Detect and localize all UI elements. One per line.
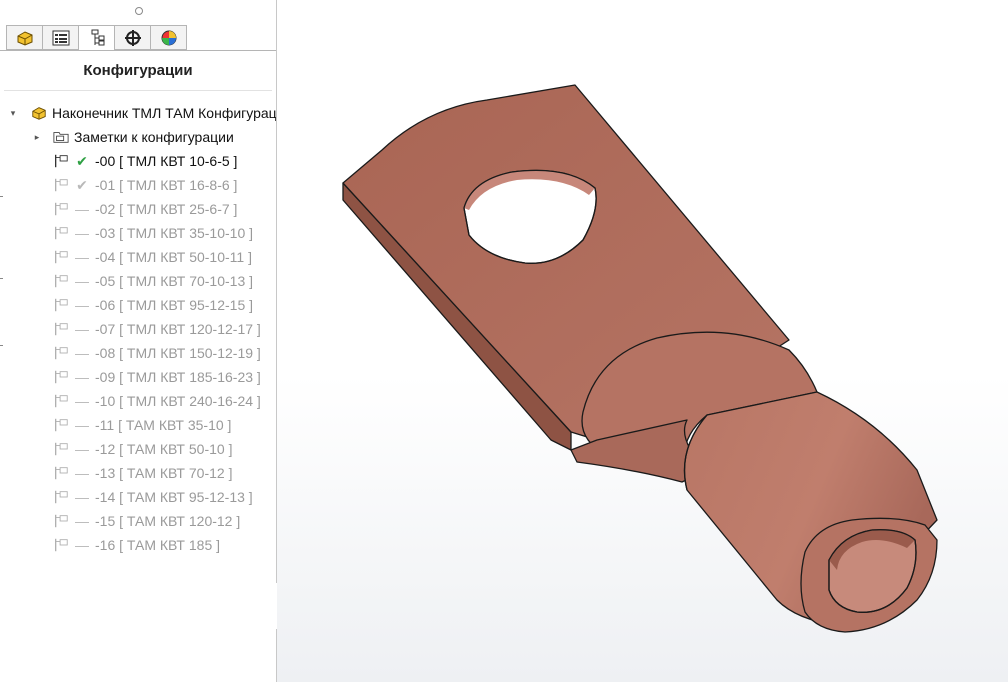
configuration-label: -13 [ ТАМ КВТ 70-12 ] xyxy=(95,465,233,481)
inactive-dash-icon: — xyxy=(75,225,89,241)
configuration-label: -06 [ ТМЛ КВТ 95-12-15 ] xyxy=(95,297,254,313)
configuration-item[interactable]: ✔ -00 [ ТМЛ КВТ 10-6-5 ] xyxy=(52,150,237,172)
cable-lug-model xyxy=(342,84,938,633)
graphics-area[interactable] xyxy=(277,0,1008,682)
configuration-icon xyxy=(55,346,68,360)
inactive-dash-icon: — xyxy=(75,321,89,337)
manager-tabs xyxy=(6,25,187,51)
inactive-dash-icon: — xyxy=(75,513,89,529)
configuration-manager-icon xyxy=(91,29,104,46)
configuration-item[interactable]: — -03 [ ТМЛ КВТ 35-10-10 ] xyxy=(52,222,253,244)
configuration-icon xyxy=(55,298,68,312)
configuration-item[interactable]: — -09 [ ТМЛ КВТ 185-16-23 ] xyxy=(52,366,261,388)
property-manager-icon xyxy=(52,30,69,45)
tab-feature-manager[interactable] xyxy=(6,25,43,50)
inactive-dash-icon: — xyxy=(75,201,89,217)
configuration-item[interactable]: — -10 [ ТМЛ КВТ 240-16-24 ] xyxy=(52,390,261,412)
inactive-dash-icon: — xyxy=(75,297,89,313)
configuration-icon xyxy=(55,538,68,552)
configuration-item[interactable]: — -05 [ ТМЛ КВТ 70-10-13 ] xyxy=(52,270,253,292)
configuration-label: -04 [ ТМЛ КВТ 50-10-11 ] xyxy=(95,249,252,265)
tab-property-manager[interactable] xyxy=(42,25,79,50)
configuration-label: -01 [ ТМЛ КВТ 16-8-6 ] xyxy=(95,177,238,193)
tree-root-item[interactable]: ▾ Наконечник ТМЛ ТАМ Конфигурации xyxy=(8,102,277,124)
configuration-icon xyxy=(55,178,68,192)
configuration-icon xyxy=(55,466,68,480)
configuration-item[interactable]: — -08 [ ТМЛ КВТ 150-12-19 ] xyxy=(52,342,261,364)
inactive-dash-icon: — xyxy=(75,465,89,481)
configuration-item[interactable]: — -04 [ ТМЛ КВТ 50-10-11 ] xyxy=(52,246,252,268)
configuration-label: -15 [ ТАМ КВТ 120-12 ] xyxy=(95,513,241,529)
configuration-item[interactable]: — -16 [ ТАМ КВТ 185 ] xyxy=(52,534,220,556)
configuration-icon xyxy=(55,250,68,264)
active-check-icon: ✔ xyxy=(76,152,88,169)
tree-notes-label: Заметки к конфигурации xyxy=(74,129,234,145)
tab-dimxpert-manager[interactable] xyxy=(114,25,151,50)
configuration-label: -05 [ ТМЛ КВТ 70-10-13 ] xyxy=(95,273,254,289)
configuration-icon xyxy=(55,154,68,168)
panel-grip-icon[interactable] xyxy=(135,7,143,15)
configuration-item[interactable]: — -11 [ ТАМ КВТ 35-10 ] xyxy=(52,414,231,436)
configuration-icon xyxy=(55,514,68,528)
configuration-icon xyxy=(55,226,68,240)
configuration-item[interactable]: — -15 [ ТАМ КВТ 120-12 ] xyxy=(52,510,240,532)
configuration-label: -10 [ ТМЛ КВТ 240-16-24 ] xyxy=(95,393,261,409)
inactive-dash-icon: — xyxy=(75,489,89,505)
dimxpert-icon xyxy=(124,29,141,46)
configuration-label: -08 [ ТМЛ КВТ 150-12-19 ] xyxy=(95,345,261,361)
collapse-arrow-icon[interactable]: ▾ xyxy=(8,108,18,119)
configuration-item[interactable]: — -07 [ ТМЛ КВТ 120-12-17 ] xyxy=(52,318,261,340)
configuration-icon xyxy=(55,418,68,432)
panel-title: Конфигурации xyxy=(83,62,193,79)
configuration-item[interactable]: — -06 [ ТМЛ КВТ 95-12-15 ] xyxy=(52,294,253,316)
expand-arrow-icon[interactable]: ▸ xyxy=(32,132,42,143)
configuration-icon xyxy=(55,370,68,384)
configuration-label: -11 [ ТАМ КВТ 35-10 ] xyxy=(95,417,232,433)
configuration-item[interactable]: — -13 [ ТАМ КВТ 70-12 ] xyxy=(52,462,232,484)
configuration-item[interactable]: — -02 [ ТМЛ КВТ 25-6-7 ] xyxy=(52,198,237,220)
configuration-icon xyxy=(55,394,68,408)
configuration-item[interactable]: ✔ -01 [ ТМЛ КВТ 16-8-6 ] xyxy=(52,174,237,196)
configuration-icon xyxy=(55,442,68,456)
configuration-label: -09 [ ТМЛ КВТ 185-16-23 ] xyxy=(95,369,261,385)
configuration-label: -00 [ ТМЛ КВТ 10-6-5 ] xyxy=(95,153,238,169)
inactive-dash-icon: — xyxy=(75,441,89,457)
configuration-item[interactable]: — -12 [ ТАМ КВТ 50-10 ] xyxy=(52,438,232,460)
inactive-dash-icon: — xyxy=(75,393,89,409)
folder-icon xyxy=(53,132,69,143)
part-icon xyxy=(32,107,46,120)
configuration-label: -03 [ ТМЛ КВТ 35-10-10 ] xyxy=(95,225,254,241)
inactive-dash-icon: — xyxy=(75,537,89,553)
inactive-dash-icon: — xyxy=(75,417,89,433)
configuration-label: -07 [ ТМЛ КВТ 120-12-17 ] xyxy=(95,321,261,337)
configuration-icon xyxy=(55,202,68,216)
display-manager-icon xyxy=(161,30,176,45)
inactive-check-icon: ✔ xyxy=(76,176,88,193)
configuration-label: -14 [ ТАМ КВТ 95-12-13 ] xyxy=(95,489,253,505)
tab-display-manager[interactable] xyxy=(150,25,187,50)
configuration-manager-panel: Конфигурации ▾ Наконечник ТМЛ ТАМ Конфиг… xyxy=(0,0,277,682)
configuration-icon xyxy=(55,322,68,336)
configuration-icon xyxy=(55,274,68,288)
configuration-label: -02 [ ТМЛ КВТ 25-6-7 ] xyxy=(95,201,238,217)
feature-manager-icon xyxy=(17,30,32,46)
inactive-dash-icon: — xyxy=(75,273,89,289)
configuration-label: -12 [ ТАМ КВТ 50-10 ] xyxy=(95,441,233,457)
tree-notes-item[interactable]: ▸ Заметки к конфигурации xyxy=(32,126,234,148)
inactive-dash-icon: — xyxy=(75,249,89,265)
inactive-dash-icon: — xyxy=(75,345,89,361)
tab-configuration-manager[interactable] xyxy=(78,25,115,51)
tree-root-label: Наконечник ТМЛ ТАМ Конфигурации xyxy=(52,105,277,121)
configuration-label: -16 [ ТАМ КВТ 185 ] xyxy=(95,537,221,553)
inactive-dash-icon: — xyxy=(75,369,89,385)
configuration-item[interactable]: — -14 [ ТАМ КВТ 95-12-13 ] xyxy=(52,486,253,508)
configuration-icon xyxy=(55,490,68,504)
